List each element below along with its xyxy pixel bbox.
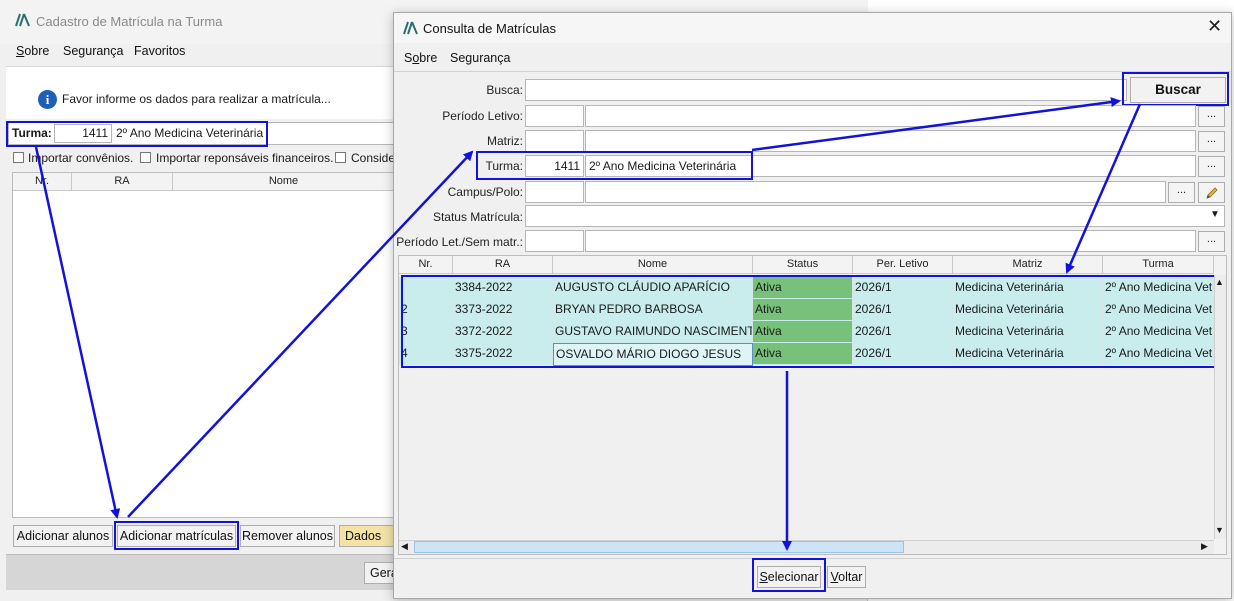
arrow-add-to-turma	[127, 150, 474, 518]
arrow-turma-to-buscar	[751, 97, 1121, 152]
annotation-arrows	[34, 97, 1142, 551]
arrow-turma-to-add	[34, 146, 121, 519]
arrow-buscar-to-rows	[1065, 103, 1142, 274]
